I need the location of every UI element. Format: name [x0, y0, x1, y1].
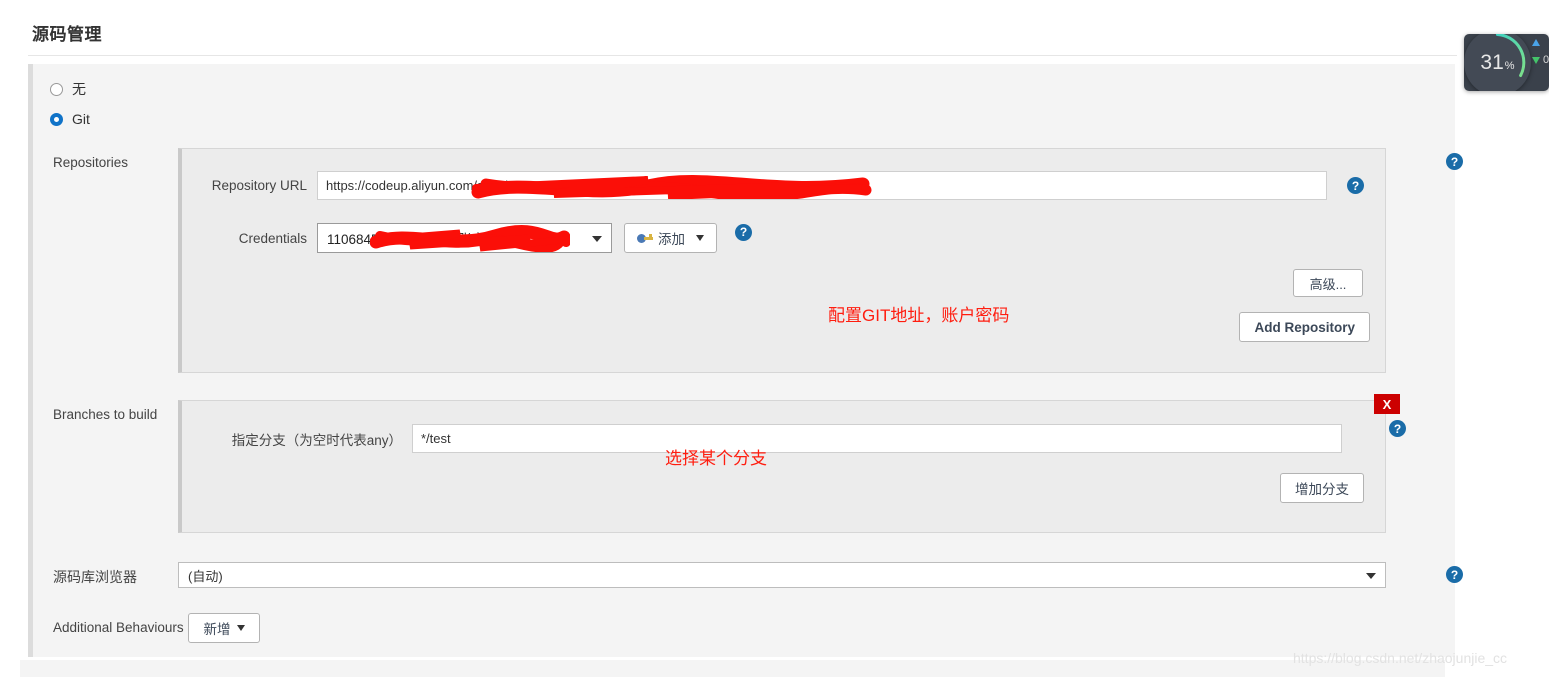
scm-content-area: 无 Git Repositories Repository URL https:… [28, 64, 1463, 657]
radio-git-icon[interactable] [50, 112, 63, 126]
branches-label: Branches to build [53, 407, 158, 422]
branch-specifier-row: 指定分支（为空时代表any） */test [182, 401, 1385, 453]
additional-behaviours-section: Additional Behaviours 新增 [28, 613, 1455, 643]
credentials-help-icon[interactable]: ? [735, 223, 752, 241]
add-branch-button-wrap: 增加分支 [1280, 473, 1364, 503]
download-rate-value: 0. [1543, 54, 1549, 66]
add-repository-button[interactable]: Add Repository [1239, 312, 1370, 342]
key-icon [637, 233, 653, 244]
credentials-value: 110684553 ***** (GIT 账户密码) [327, 232, 517, 247]
advanced-button[interactable]: 高级... [1293, 269, 1363, 297]
additional-behaviours-label: Additional Behaviours [53, 620, 184, 635]
repository-url-value: https://codeup.aliyun.com/se .git [326, 178, 512, 193]
scm-option-git[interactable]: Git [28, 104, 1455, 134]
repositories-section-help-icon[interactable]: ? [1446, 153, 1463, 170]
credentials-row: Credentials 110684553 ***** (GIT 账户密码) 添… [182, 200, 1385, 253]
add-credentials-label: 添加 [658, 232, 685, 247]
redaction-scribble-url [471, 175, 872, 199]
radio-none-icon[interactable] [50, 82, 63, 96]
add-behaviour-chevron-down-icon [236, 625, 245, 631]
delete-branch-button[interactable]: X [1374, 394, 1400, 414]
add-credentials-chevron-down-icon [696, 235, 704, 241]
annotation-select-branch: 选择某个分支 [665, 449, 767, 468]
watermark: https://blog.csdn.net/zhaojunjie_cc [1293, 650, 1508, 666]
repository-browser-help-icon[interactable]: ? [1446, 566, 1463, 583]
scm-option-none[interactable]: 无 [28, 74, 1455, 104]
repository-browser-label: 源码库浏览器 [53, 569, 137, 585]
repository-browser-value: (自动) [188, 568, 223, 584]
branches-panel: 指定分支（为空时代表any） */test 选择某个分支 X 增加分支 [178, 394, 1400, 533]
network-speed-widget[interactable]: 31% 0. [1464, 34, 1549, 91]
branch-specifier-value: */test [421, 431, 451, 446]
download-rate-line: 0. [1532, 54, 1549, 66]
cpu-usage-dial: 31% [1464, 34, 1531, 91]
arrow-up-icon [1532, 39, 1540, 46]
repository-browser-chevron-down-icon[interactable] [1366, 573, 1376, 579]
add-behaviour-label: 新增 [203, 622, 231, 637]
add-branch-button[interactable]: 增加分支 [1280, 473, 1364, 503]
repositories-panel: Repository URL https://codeup.aliyun.com… [178, 148, 1386, 373]
repository-url-label: Repository URL [211, 178, 307, 193]
repository-url-help-icon[interactable]: ? [1347, 177, 1364, 194]
credentials-chevron-down-icon[interactable] [592, 236, 602, 242]
speed-rates: 0. [1532, 39, 1549, 66]
upload-rate-line [1532, 39, 1549, 46]
credentials-select[interactable]: 110684553 ***** (GIT 账户密码) [317, 223, 612, 253]
add-repository-button-wrap: Add Repository [1239, 312, 1370, 342]
screenshot-root: 源码管理 无 Git Repositories Repository URL h… [0, 0, 1549, 677]
repository-browser-select[interactable]: (自动) [178, 562, 1386, 588]
dial-progress-arc [1496, 34, 1526, 77]
repositories-label: Repositories [53, 155, 129, 170]
repository-browser-section: 源码库浏览器 (自动) ? [28, 562, 1463, 588]
page-title: 源码管理 [32, 25, 102, 44]
add-behaviour-button[interactable]: 新增 [188, 613, 260, 643]
title-divider [28, 55, 1457, 56]
branches-section: Branches to build 指定分支（为空时代表any） */test … [28, 394, 1455, 533]
repository-url-row: Repository URL https://codeup.aliyun.com… [182, 149, 1385, 200]
page-bottom-strip [20, 660, 1445, 677]
arrow-down-icon [1532, 56, 1540, 64]
repository-url-input[interactable]: https://codeup.aliyun.com/se .git [317, 171, 1327, 200]
branches-section-help-icon[interactable]: ? [1389, 420, 1406, 437]
add-credentials-button[interactable]: 添加 [624, 223, 717, 253]
annotation-configure-git: 配置GIT地址，账户密码 [828, 306, 1010, 325]
branch-specifier-label: 指定分支（为空时代表any） [231, 432, 402, 448]
repositories-section: Repositories Repository URL https://code… [28, 148, 1463, 373]
branch-specifier-input[interactable]: */test [412, 424, 1342, 453]
scm-option-none-label: 无 [72, 81, 86, 97]
scm-configuration-page: 源码管理 无 Git Repositories Repository URL h… [20, 0, 1463, 660]
credentials-label: Credentials [238, 230, 307, 246]
advanced-button-wrap: 高级... [1293, 269, 1363, 297]
scm-option-git-label: Git [72, 111, 90, 127]
